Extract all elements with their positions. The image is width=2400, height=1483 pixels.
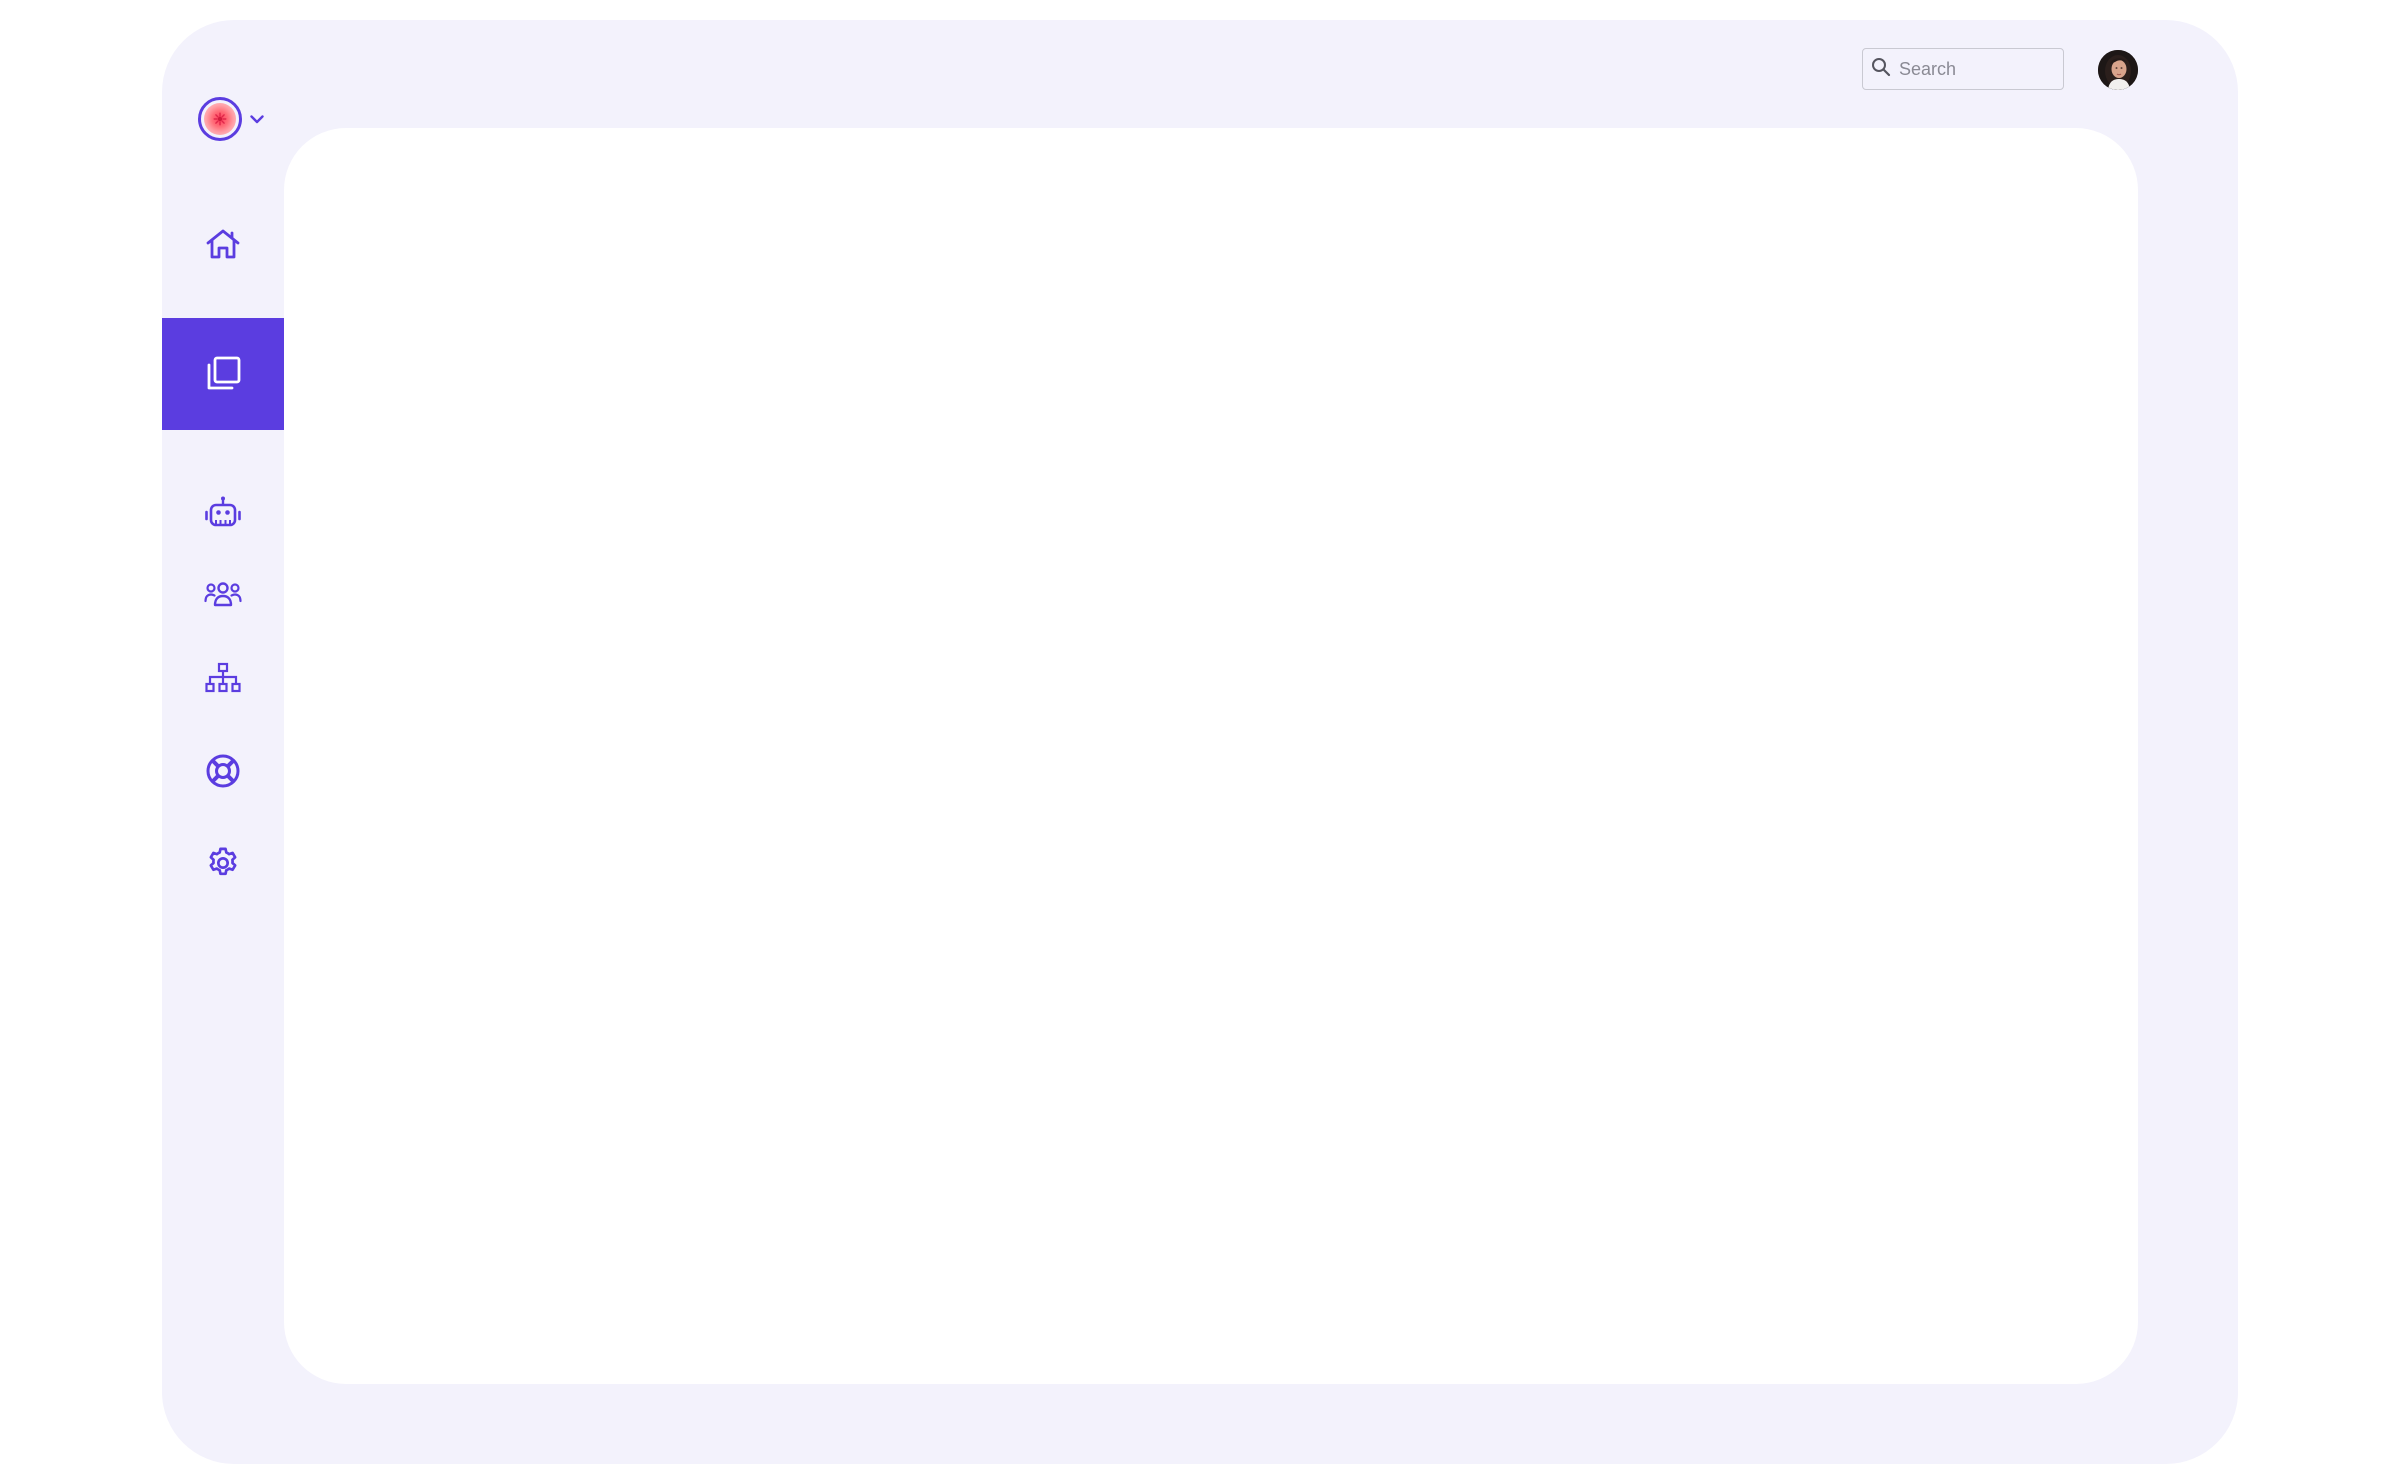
lifebuoy-icon — [205, 753, 241, 789]
copy-icon — [204, 355, 242, 393]
home-icon — [205, 228, 241, 260]
sidebar-item-documents[interactable] — [162, 318, 284, 430]
app-frame — [162, 20, 2238, 1464]
chevron-down-icon — [248, 110, 266, 128]
hierarchy-icon — [205, 662, 241, 694]
workspace-switcher[interactable] — [198, 95, 266, 143]
search-input[interactable] — [1899, 58, 2049, 80]
robot-icon — [205, 495, 241, 529]
gear-icon — [205, 845, 241, 881]
sidebar-item-home[interactable] — [162, 212, 284, 276]
search-box[interactable] — [1862, 48, 2064, 90]
main-content-panel — [284, 128, 2138, 1384]
sidebar-item-settings[interactable] — [162, 832, 284, 894]
sidebar-item-organization[interactable] — [162, 648, 284, 708]
sidebar-item-support[interactable] — [162, 740, 284, 802]
sidebar-item-team[interactable] — [162, 566, 284, 622]
search-icon — [1871, 57, 1891, 82]
sidebar-item-bots[interactable] — [162, 482, 284, 542]
user-avatar[interactable] — [2098, 50, 2138, 90]
flower-logo-icon — [198, 97, 242, 141]
users-icon — [204, 580, 242, 608]
